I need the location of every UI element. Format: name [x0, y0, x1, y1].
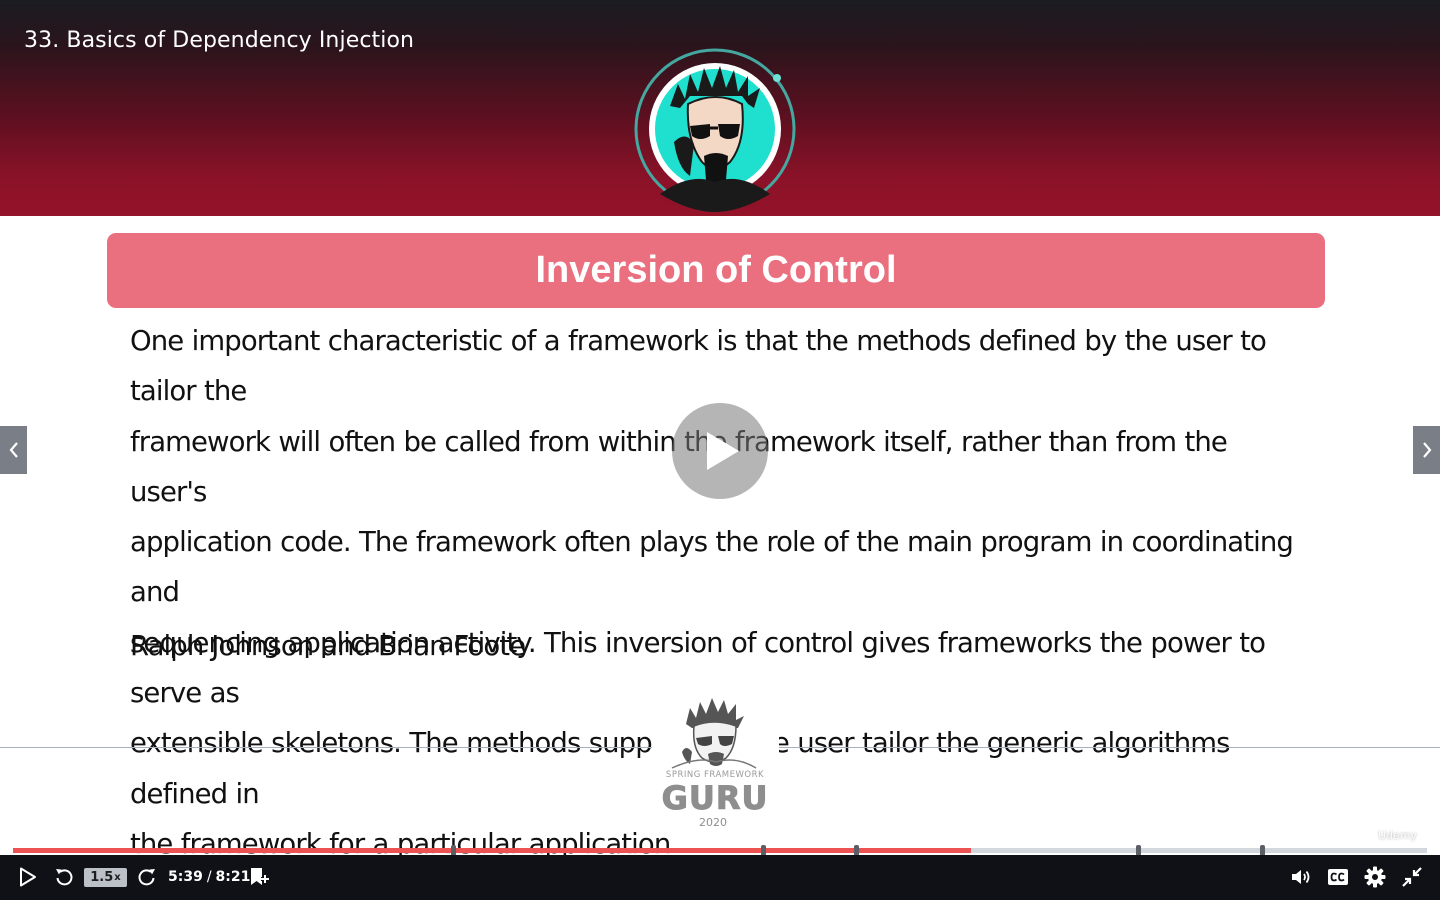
chevron-right-icon: [1422, 442, 1431, 458]
instructor-avatar-logo: [634, 48, 796, 212]
progress-bar-fill: [13, 848, 971, 853]
quote-line: application code. The framework often pl…: [130, 526, 1294, 609]
slide-title-banner: Inversion of Control: [107, 233, 1325, 308]
rewind-5-icon: [56, 869, 73, 886]
current-time: 5:39: [168, 869, 203, 885]
video-player[interactable]: 33. Basics of Dependency Injection Inver…: [0, 0, 1440, 900]
playback-speed-unit: x: [114, 872, 121, 883]
exit-fullscreen-button[interactable]: [1399, 862, 1425, 892]
forward-5-icon: [138, 869, 155, 886]
captions-button[interactable]: [1325, 862, 1351, 892]
volume-button[interactable]: [1288, 862, 1314, 892]
time-display: 5:39/8:21: [168, 869, 250, 885]
exit-fullscreen-icon: [1402, 867, 1422, 887]
forward-button[interactable]: [134, 862, 160, 892]
previous-lecture-button[interactable]: [0, 426, 27, 474]
play-button[interactable]: [14, 862, 42, 892]
next-lecture-button[interactable]: [1413, 426, 1440, 474]
quote-author: Ralph Johnson and Brian Foote: [130, 630, 526, 662]
progress-bar[interactable]: [13, 848, 1427, 853]
guru-logo-year: 2020: [699, 816, 727, 829]
footer-divider: [779, 747, 1440, 748]
guru-logo-word: GURU: [661, 779, 769, 818]
udemy-watermark: Udemy: [1378, 829, 1418, 842]
play-icon: [20, 867, 36, 887]
settings-button[interactable]: [1362, 862, 1388, 892]
add-bookmark-icon: [251, 868, 269, 885]
playback-speed-button[interactable]: 1.5 x: [84, 868, 127, 887]
chevron-left-icon: [9, 442, 18, 458]
footer-divider: [0, 747, 652, 748]
playback-speed-value: 1.5: [90, 870, 114, 885]
big-play-button[interactable]: [672, 403, 768, 499]
lecture-title: 33. Basics of Dependency Injection: [24, 28, 415, 53]
quote-line: One important characteristic of a framew…: [130, 325, 1267, 408]
time-separator: /: [206, 869, 212, 885]
add-bookmark-button[interactable]: [246, 862, 272, 892]
captions-icon: [1328, 869, 1348, 885]
volume-icon: [1292, 870, 1310, 884]
play-icon: [707, 432, 739, 470]
settings-icon: [1364, 866, 1386, 888]
rewind-button[interactable]: [51, 862, 77, 892]
slide-title: Inversion of Control: [535, 249, 897, 291]
